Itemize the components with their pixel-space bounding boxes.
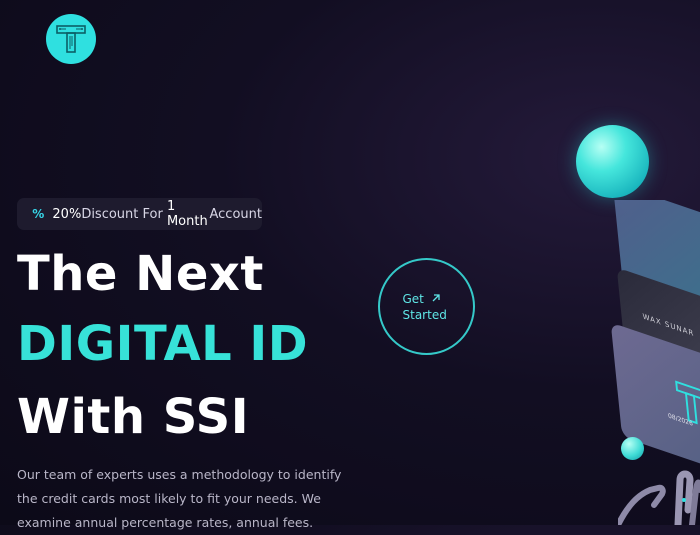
hero-title-line2: DIGITAL ID bbox=[17, 316, 309, 372]
promo-text-end: Account bbox=[209, 206, 263, 222]
promo-months: 1 Month bbox=[166, 199, 208, 229]
brand-logo[interactable] bbox=[46, 14, 96, 64]
percent-icon: % bbox=[32, 207, 45, 221]
cta-label-line1: Get bbox=[402, 291, 424, 306]
card-holder-name: WAX SUNAR bbox=[642, 312, 695, 339]
decorative-sphere-large bbox=[576, 125, 649, 198]
hero-description: Our team of experts uses a methodology t… bbox=[17, 467, 342, 530]
promo-percent: 20% bbox=[52, 206, 82, 222]
cta-label-line2: Started bbox=[402, 307, 447, 322]
arrow-up-right-icon bbox=[432, 293, 440, 301]
get-started-button[interactable]: Get Started bbox=[378, 258, 475, 355]
robot-hand-illustration bbox=[618, 470, 700, 525]
circuit-t-logo-icon bbox=[56, 25, 86, 53]
promo-badge[interactable]: % 20% Discount For 1 Month Account bbox=[17, 198, 262, 230]
hero-title-line1: The Next bbox=[17, 246, 264, 302]
hero-title-line3: With SSI bbox=[17, 389, 250, 445]
promo-text: Discount For bbox=[81, 206, 167, 222]
